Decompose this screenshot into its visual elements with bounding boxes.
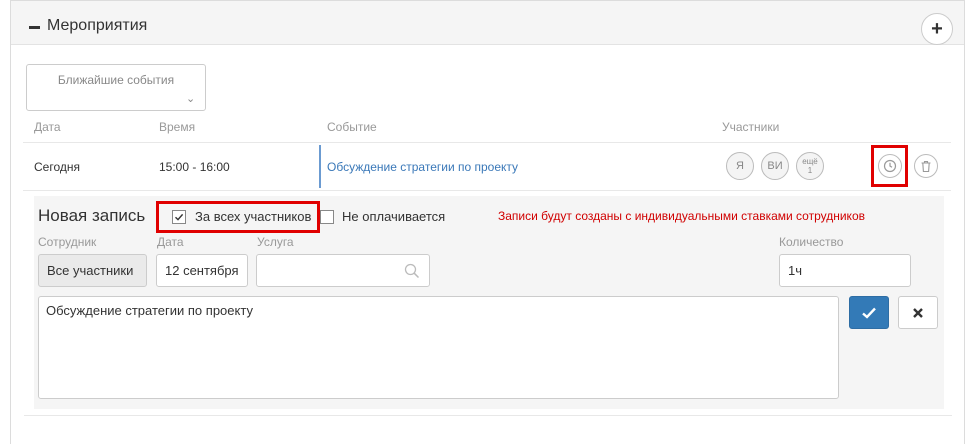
- checkmark-icon: [862, 307, 876, 319]
- service-label: Услуга: [257, 235, 294, 249]
- participant-avatar[interactable]: Я: [726, 152, 754, 180]
- employee-label: Сотрудник: [38, 235, 97, 249]
- collapse-icon[interactable]: [29, 26, 40, 29]
- employee-field: Все участники: [38, 254, 147, 287]
- panel-title: Мероприятия: [47, 17, 148, 34]
- cancel-button[interactable]: [898, 296, 938, 329]
- search-icon: [404, 263, 420, 279]
- rate-warning: Записи будут созданы с индивидуальными с…: [498, 209, 865, 223]
- description-textarea[interactable]: Обсуждение стратегии по проекту: [38, 296, 839, 399]
- quantity-label: Количество: [779, 235, 844, 249]
- column-header-event: Событие: [327, 120, 377, 134]
- trash-icon: [921, 160, 931, 172]
- table-divider: [23, 190, 951, 191]
- highlight-box: [156, 201, 320, 233]
- not-paid-label[interactable]: Не оплачивается: [342, 209, 445, 224]
- quantity-field[interactable]: 1ч: [779, 254, 911, 287]
- chevron-down-icon: ⌄: [186, 93, 196, 105]
- column-header-time: Время: [159, 120, 196, 134]
- date-field[interactable]: 12 сентября: [156, 254, 248, 287]
- event-marker: [319, 145, 321, 188]
- delete-event-button[interactable]: [914, 154, 938, 178]
- more-participants-label: ещё: [802, 157, 818, 166]
- column-header-date: Дата: [34, 120, 61, 134]
- new-entry-title: Новая запись: [38, 206, 146, 225]
- highlight-box: [871, 145, 908, 187]
- not-paid-checkbox[interactable]: [320, 210, 334, 224]
- more-participants-count: 1: [807, 166, 813, 175]
- confirm-button[interactable]: [849, 296, 889, 329]
- service-search-input[interactable]: [256, 254, 430, 287]
- date-label: Дата: [157, 235, 184, 249]
- row-date: Сегодня: [34, 160, 80, 174]
- close-icon: [913, 307, 923, 318]
- table-divider: [23, 142, 951, 143]
- row-time: 15:00 - 16:00: [159, 160, 230, 174]
- upcoming-events-dropdown[interactable]: Ближайшие события ⌄: [26, 64, 206, 111]
- participant-avatar[interactable]: ВИ: [761, 152, 789, 180]
- upcoming-events-label: Ближайшие события: [57, 73, 175, 87]
- add-event-button[interactable]: +: [921, 13, 953, 45]
- panel-header[interactable]: Мероприятия +: [11, 1, 964, 45]
- row-event-link[interactable]: Обсуждение стратегии по проекту: [327, 160, 518, 174]
- more-participants-badge[interactable]: ещё 1: [796, 152, 824, 180]
- panel-divider: [24, 415, 952, 416]
- column-header-participants: Участники: [722, 120, 780, 134]
